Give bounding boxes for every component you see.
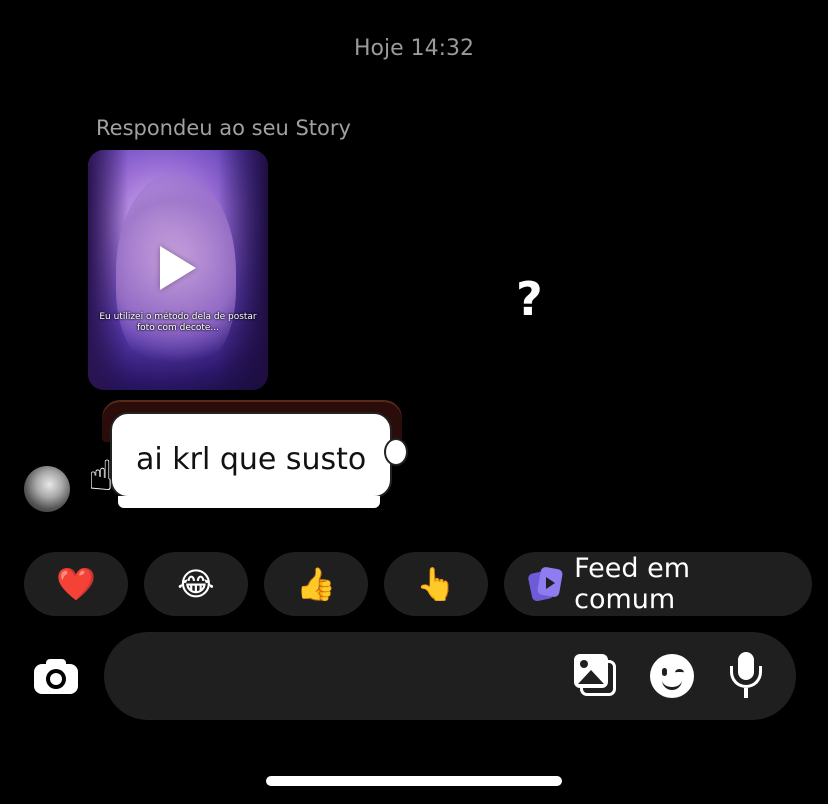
home-indicator[interactable]: [266, 776, 562, 786]
sticker-bottom-edge: [118, 496, 380, 508]
message-timestamp: Hoje 14:32: [353, 36, 475, 61]
story-reply-label: Respondeu ao seu Story: [96, 116, 351, 140]
tears-of-joy-icon: 😂: [177, 565, 215, 603]
thumbs-up-icon: 👍: [296, 565, 336, 603]
feed-em-comum-label: Feed em comum: [574, 553, 691, 615]
laugh-reaction-button[interactable]: 😂: [144, 552, 248, 616]
pointing-reaction-button[interactable]: 👆: [384, 552, 488, 616]
heart-reaction-button[interactable]: ❤️: [24, 552, 128, 616]
story-caption: Eu utilizei o método dela de postar foto…: [99, 312, 257, 333]
message-input[interactable]: [132, 654, 566, 700]
shared-feed-icon: [527, 566, 564, 602]
thumbs-up-reaction-button[interactable]: 👍: [264, 552, 368, 616]
sticker-message[interactable]: ☝ ai krl que susto: [88, 398, 418, 514]
pointing-hand-icon: ☝: [88, 451, 114, 500]
question-mark-message[interactable]: ?: [516, 272, 543, 326]
message-composer: [104, 632, 796, 720]
play-icon[interactable]: [160, 246, 196, 290]
microphone-icon[interactable]: [726, 652, 766, 700]
sticker-icon[interactable]: [650, 654, 694, 698]
gallery-icon[interactable]: [574, 654, 620, 700]
camera-lens-icon: [46, 669, 66, 689]
direct-message-screen: Hoje 14:32 Respondeu ao seu Story Eu uti…: [0, 0, 828, 804]
heart-icon: ❤️: [56, 565, 96, 603]
sticker-text: ai krl que susto: [136, 442, 367, 477]
story-video-thumbnail[interactable]: Eu utilizei o método dela de postar foto…: [88, 150, 268, 390]
avatar[interactable]: [24, 466, 70, 512]
sticker-ear: [384, 438, 408, 466]
feed-em-comum-button[interactable]: Feed em comum: [504, 552, 812, 616]
camera-button[interactable]: [32, 656, 80, 696]
pointing-hand-icon: 👆: [416, 565, 456, 603]
